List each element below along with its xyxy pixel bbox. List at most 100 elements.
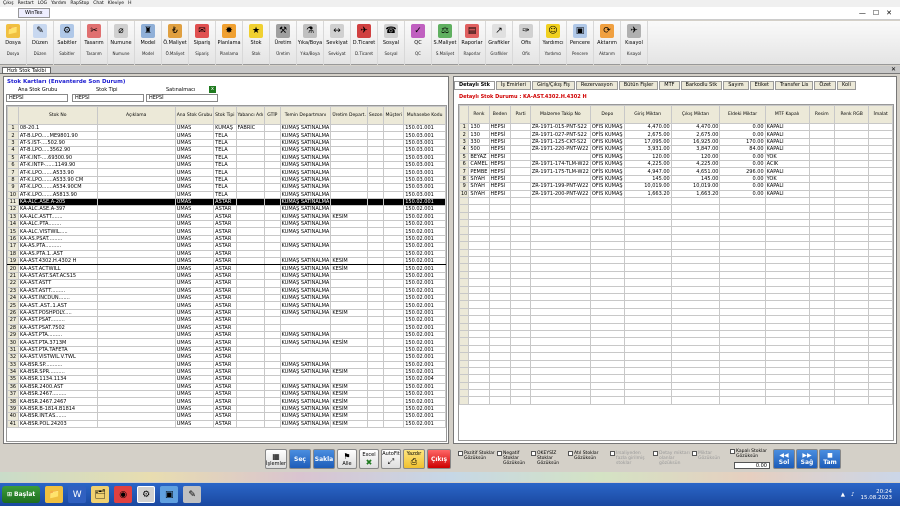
tab-4[interactable]: Bütün Fişler: [618, 81, 659, 90]
menu-item-7[interactable]: H: [128, 1, 131, 6]
checkbox-7[interactable]: Kapalı Stoklar Gözüksün: [730, 449, 774, 459]
toolbar-dropdown[interactable]: Tasarım: [86, 51, 101, 56]
network-icon[interactable]: ▲: [841, 492, 845, 498]
menu-item-1[interactable]: Restart: [18, 1, 34, 6]
table-row[interactable]: 19 KA-AST.4302.H.4302 H UMAS ASTAR KUMAŞ SAT…: [7, 257, 446, 266]
menu-item-5[interactable]: Chat: [93, 1, 104, 6]
menu-item-2[interactable]: LOG: [38, 1, 47, 6]
column-header[interactable]: Depo: [589, 105, 625, 124]
toolbar-button-2[interactable]: ⚙ Sabitler Sabitler: [54, 21, 81, 65]
toolbar-button-6[interactable]: ₺ Ö.Maliyet Ö.Maliyet: [162, 21, 189, 65]
explorer-icon[interactable]: 🗂: [91, 486, 110, 503]
table-row[interactable]: 4 500 HEPSİ ZR-1971-220-PNT-W22 OFİS KUMAŞ 3,…: [459, 145, 893, 154]
table-row[interactable]: 37 KA-BSR.2467......... UMAS ASTAR KUMAŞ SAT…: [7, 390, 446, 399]
toolbar-dropdown[interactable]: S.Maliyet: [436, 51, 454, 56]
checkbox-box[interactable]: [730, 449, 735, 454]
toolbar-dropdown[interactable]: Düzen: [34, 51, 47, 56]
app2-icon[interactable]: ✎: [183, 486, 202, 503]
close-icon[interactable]: ✕: [886, 9, 892, 17]
table-row[interactable]: 33 KA-BSR.SP........... UMAS ASTAR KUMAŞ SAT…: [7, 360, 446, 369]
table-row[interactable]: 26 KA-AST.POSHPOLY..... UMAS ASTAR KUMAŞ SAT…: [7, 308, 446, 318]
column-header[interactable]: İmalat: [868, 105, 893, 124]
left-button[interactable]: ◀◀ Sol: [773, 449, 795, 469]
tab-7[interactable]: Sayım: [723, 81, 749, 90]
toolbar-dropdown[interactable]: Sabitler: [59, 51, 74, 56]
toolbar-dropdown[interactable]: Ö.Maliyet: [166, 51, 185, 56]
toolbar-dropdown[interactable]: Ofis: [522, 51, 530, 56]
tab-1[interactable]: İş Emirleri: [495, 81, 531, 90]
toolbar-dropdown[interactable]: Model: [142, 51, 154, 56]
toolbar-dropdown[interactable]: Raporlar: [464, 51, 481, 56]
table-row[interactable]: 14 KA-ALC.PTA........ UMAS ASTAR KUMAŞ SATIN…: [7, 220, 446, 229]
checkbox-box[interactable]: [610, 451, 615, 456]
table-row[interactable]: 13 KA-ALC.ASTT....... UMAS ASTAR KUMAŞ SATIN…: [7, 212, 446, 222]
minimize-icon[interactable]: —: [859, 9, 866, 17]
checkbox-4[interactable]: Irsaliyeden fazla girilmiş stoklar: [610, 451, 648, 466]
table-row[interactable]: 23 KA-AST.ASTT......... UMAS ASTAR KUMAŞ SAT…: [7, 286, 446, 296]
excel-icon[interactable]: x: [209, 86, 216, 93]
toolbar-dropdown[interactable]: Dosya: [7, 51, 19, 56]
exit-button[interactable]: Çıkış: [427, 449, 451, 469]
toolbar-dropdown[interactable]: Planlama: [220, 51, 238, 56]
tab-0[interactable]: Detaylı Stk: [454, 81, 495, 90]
clock[interactable]: 20:24 15.08.2023: [861, 489, 893, 501]
table-row[interactable]: 15 KA-ALC.VISTWIL..... UMAS ASTAR KUMAŞ SATI…: [7, 227, 446, 236]
toolbar-button-17[interactable]: ▤ Raporlar Raporlar: [459, 21, 486, 65]
tab-6[interactable]: Barkodlu Stk: [680, 81, 723, 90]
column-header[interactable]: Eldeki Miktar: [719, 105, 766, 124]
checkbox-6[interactable]: Miktar Gözüksün: [692, 451, 730, 461]
table-row[interactable]: 17 KA-AS.PTA.......... UMAS ASTAR KUMAŞ SATI…: [7, 242, 446, 251]
table-row[interactable]: 2 AT-B.LPO.....ME9801.90 UMAS TELA KUMAŞ SAT…: [7, 131, 446, 140]
checkbox-3[interactable]: Atıl Stoklar Gözüksün: [568, 451, 606, 461]
toolbar-dropdown[interactable]: Sosyal: [385, 51, 398, 56]
stock-type-select[interactable]: HEPSİ: [72, 94, 144, 102]
table-row[interactable]: 41 KA-BSR.POL.24203 UMAS ASTAR KUMAŞ SATINAL…: [7, 419, 446, 429]
toolbar-dropdown[interactable]: D.Ticaret: [355, 51, 373, 56]
app1-icon[interactable]: ▣: [160, 486, 179, 503]
table-row[interactable]: 1 130 HEPSİ ZR-1971-015-PNT-S22 OFİS KUMAŞ 4,…: [459, 122, 893, 132]
table-row[interactable]: 39 KA-BSR.B-1814.B1814 UMAS ASTAR KUMAŞ SATI…: [7, 404, 446, 414]
toolbar-button-15[interactable]: ✓ QC QC: [405, 21, 432, 65]
toolbar-button-16[interactable]: ⚖ S.Maliyet S.Maliyet: [432, 21, 459, 65]
right-button[interactable]: ▶▶ Sağ: [796, 449, 818, 469]
toolbar-dropdown[interactable]: QC: [415, 51, 421, 56]
column-header[interactable]: Stok No: [17, 106, 98, 125]
tab-8[interactable]: Etiket: [749, 81, 774, 90]
alle-button[interactable]: ⚑ Alle: [337, 449, 357, 469]
table-row[interactable]: 25 KA-AST..AST..1.AST UMAS ASTAR KUMAŞ SATIN…: [7, 301, 446, 310]
table-row[interactable]: 7 PEMBE HEPSİ ZR-1971-175-TLM-W22 OFİS KUMAŞ…: [459, 167, 893, 176]
volume-icon[interactable]: ♪: [851, 492, 855, 498]
table-row[interactable]: 32 KA-AST.VISTWIL.V.TWL UMAS ASTAR 150.02.00…: [7, 353, 446, 362]
close-tab-icon[interactable]: ✕: [891, 66, 896, 73]
save-button[interactable]: Sakla: [313, 449, 335, 469]
menu-item-4[interactable]: RapStop: [70, 1, 89, 6]
toolbar-button-1[interactable]: ✎ Düzen Düzen: [27, 21, 54, 65]
column-header[interactable]: Renk: [468, 105, 490, 124]
table-row[interactable]: 11 KA-ALC.ASE.A-205 UMAS ASTAR KUMAŞ SATINAL…: [7, 197, 446, 207]
toolbar-button-5[interactable]: ♜ Model Model: [135, 21, 162, 65]
table-row[interactable]: 10 SİYAH HEPSİ ZR-1971-200-PNT-W22 OFİS KUMA…: [459, 189, 893, 198]
toolbar-button-22[interactable]: ⟳ Aktarım Aktarım: [594, 21, 621, 65]
buyer-select[interactable]: HEPSİ: [146, 94, 218, 102]
toolbar-button-0[interactable]: 📁 Dosya Dosya: [0, 21, 27, 65]
table-row[interactable]: 3 AT-S.IST-....502.90 UMAS TELA KUMAŞ SATINA…: [7, 138, 446, 148]
toolbar-dropdown[interactable]: Stok: [252, 51, 261, 56]
table-row[interactable]: 31 KA-AST.PTA.TAFETA UMAS ASTAR 150.02.001: [7, 345, 446, 355]
toolbar-dropdown[interactable]: Sipariş: [195, 51, 208, 56]
table-row[interactable]: 9 AT-K.LPO.......A534.90CM UMAS TELA KUMAŞ S…: [7, 183, 446, 192]
column-header[interactable]: Resim: [808, 105, 835, 124]
word-icon[interactable]: W: [68, 486, 87, 503]
full-button[interactable]: ■ Tam: [819, 449, 841, 469]
table-row[interactable]: 35 KA-BSR.1134.1134 UMAS ASTAR 150.02.004: [7, 375, 446, 384]
column-header[interactable]: Çıkış Miktarı: [670, 105, 721, 124]
toolbar-button-23[interactable]: ✈ Kısayol Kısayol: [621, 21, 648, 65]
tab-2[interactable]: Giriş/Çıkış Fiş: [531, 81, 575, 90]
autofit-button[interactable]: AutoFit ⤢: [381, 449, 401, 469]
app-title[interactable]: WinTex: [18, 8, 50, 18]
tab-11[interactable]: Koli: [837, 81, 856, 90]
column-header[interactable]: Ana Stok Grubu: [174, 106, 215, 125]
tab-5[interactable]: MTF: [659, 81, 680, 90]
column-header[interactable]: Temin Departmanı: [279, 106, 332, 125]
table-row[interactable]: 29 KA-AST.PTA......... UMAS ASTAR KUMAŞ SATI…: [7, 330, 446, 340]
menu-item-0[interactable]: Çıkış: [3, 1, 14, 6]
